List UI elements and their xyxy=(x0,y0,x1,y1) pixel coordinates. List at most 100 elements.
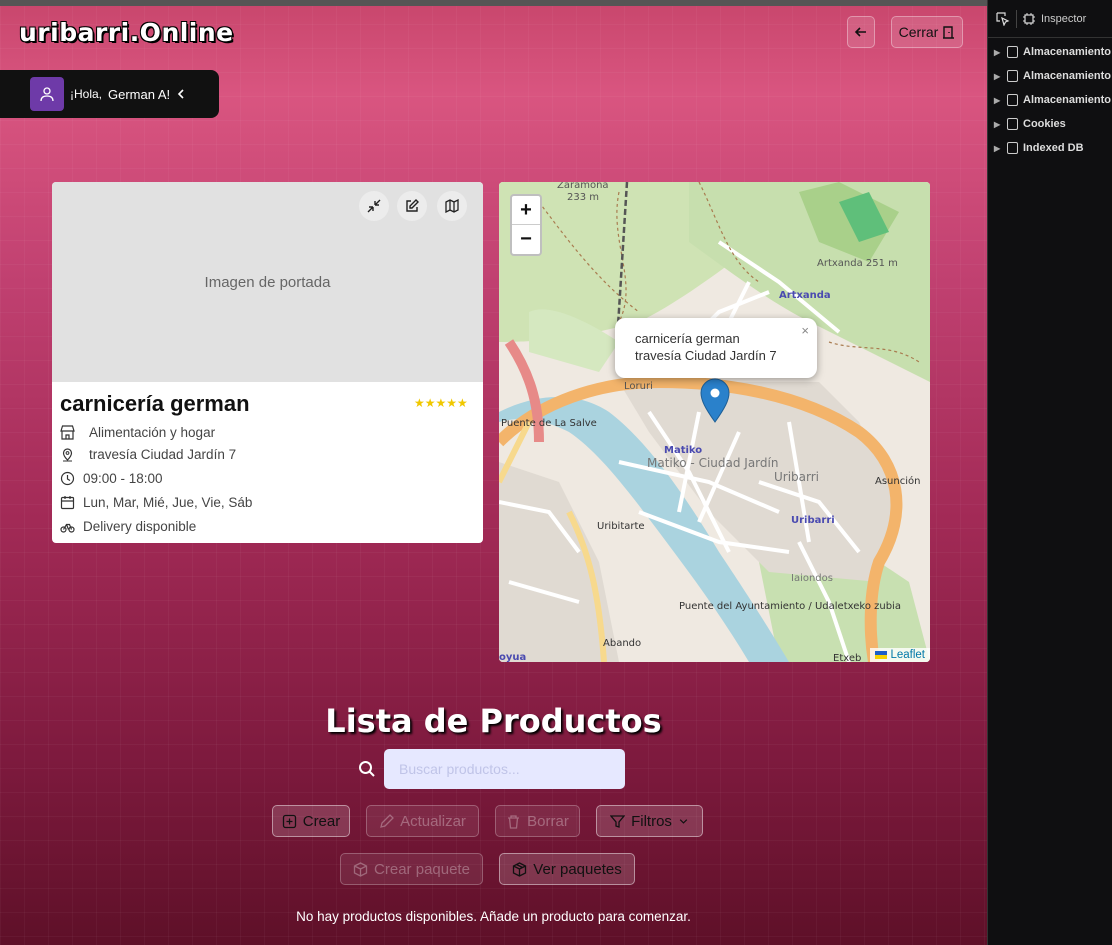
user-icon xyxy=(40,87,54,102)
view-packs-button-label: Ver paquetes xyxy=(533,860,622,878)
filters-button-label: Filtros xyxy=(631,812,672,830)
delivery-text: Delivery disponible xyxy=(83,519,197,534)
map-label-oyua: oyua xyxy=(499,652,526,662)
map-attribution: Leaflet xyxy=(870,648,930,662)
map-label-artxanda: Artxanda xyxy=(779,290,831,301)
location-icon xyxy=(62,448,73,462)
devtools-cookies-item[interactable]: ▶ Cookies xyxy=(988,112,1112,136)
map-icon xyxy=(445,199,459,213)
empty-products-message: No hay productos disponibles. Añade un p… xyxy=(296,909,691,924)
leaflet-link[interactable]: Leaflet xyxy=(890,649,925,661)
map-button[interactable] xyxy=(437,191,467,221)
devtools-panel: Inspector ▶ Almacenamiento ▶ Almacenamient… xyxy=(987,0,1112,945)
delete-button[interactable]: Borrar xyxy=(495,805,580,837)
address-row: travesía Ciudad Jardín 7 xyxy=(60,447,236,462)
create-pack-button-label: Crear paquete xyxy=(374,860,470,878)
product-search xyxy=(358,749,625,789)
brand-logo[interactable]: uribarri.Online xyxy=(19,18,234,47)
devtools-item-label: Cookies xyxy=(1023,118,1066,130)
popup-address: travesía Ciudad Jardín 7 xyxy=(635,348,777,363)
delete-button-label: Borrar xyxy=(527,812,569,830)
expand-arrow-icon: ▶ xyxy=(994,143,1001,153)
packages-icon xyxy=(513,861,527,877)
map-label-puente-salve: Puente de La Salve xyxy=(501,418,597,429)
expand-arrow-icon: ▶ xyxy=(994,71,1001,81)
popup-close-button[interactable]: × xyxy=(801,322,809,339)
create-button[interactable]: Crear xyxy=(272,805,350,837)
devtools-storage-item[interactable]: ▶ Almacenamiento xyxy=(988,40,1112,64)
store-icon xyxy=(60,425,75,440)
door-icon xyxy=(943,26,955,39)
search-input[interactable] xyxy=(384,749,625,789)
storage-icon xyxy=(1007,46,1018,58)
collapse-button[interactable] xyxy=(359,191,389,221)
inspector-tab[interactable]: Inspector xyxy=(1041,13,1086,25)
search-icon xyxy=(359,761,375,777)
edit-icon xyxy=(406,199,419,212)
expand-arrow-icon: ▶ xyxy=(994,95,1001,105)
chevron-left-icon[interactable] xyxy=(176,88,186,100)
map-popup: carnicería german travesía Ciudad Jardín… xyxy=(615,318,817,378)
package-icon xyxy=(353,861,368,877)
map-label-abando: Abando xyxy=(603,638,641,649)
minimize-icon xyxy=(367,199,381,213)
delivery-row: Delivery disponible xyxy=(60,519,196,534)
map-label-iaiondos: Iaiondos xyxy=(791,573,833,584)
map-label-loruri: Loruri xyxy=(624,381,653,392)
filters-button[interactable]: Filtros xyxy=(596,805,703,837)
map-label-zaramona: Zaramona xyxy=(557,182,609,191)
devtools-storage-item[interactable]: ▶ Almacenamiento xyxy=(988,64,1112,88)
storage-icon xyxy=(1007,94,1018,106)
days-text: Lun, Mar, Mié, Jue, Vie, Sáb xyxy=(83,495,253,510)
devtools-item-label: Almacenamiento xyxy=(1023,46,1112,58)
store-card: Imagen de portada carnicería german ★★★★… xyxy=(52,182,483,543)
trash-icon xyxy=(508,814,520,829)
map-label-matiko-ciudad: Matiko - Ciudad Jardín xyxy=(647,456,778,470)
category-text: Alimentación y hogar xyxy=(89,425,216,440)
products-title: Lista de Productos xyxy=(325,702,662,740)
inspector-icon xyxy=(1023,12,1035,25)
cover-placeholder-text: Imagen de portada xyxy=(204,273,331,291)
calendar-icon xyxy=(60,496,75,510)
edit-button[interactable] xyxy=(397,191,427,221)
map-label-etxeb: Etxeb xyxy=(833,653,861,662)
map-label-puente-ayto: Puente del Ayuntamiento / Udaletxeko zub… xyxy=(679,601,901,612)
create-button-label: Crear xyxy=(302,812,341,830)
close-button-label: Cerrar xyxy=(898,24,939,40)
plus-square-icon xyxy=(282,814,296,828)
storage-icon xyxy=(1007,142,1018,154)
user-greeting[interactable]: ¡Hola, German A! xyxy=(0,70,219,118)
map-label-uribarri-area: Uribarri xyxy=(774,470,819,484)
arrow-left-icon xyxy=(854,27,866,37)
close-button[interactable]: Cerrar xyxy=(891,16,963,48)
store-map[interactable]: Zaramona 233 m Artxanda 251 m Artxanda L… xyxy=(499,182,930,662)
zoom-controls: + − xyxy=(510,194,542,256)
expand-arrow-icon: ▶ xyxy=(994,47,1001,57)
popup-store-name: carnicería german xyxy=(635,331,740,346)
update-button[interactable]: Actualizar xyxy=(366,805,479,837)
ukraine-flag-icon xyxy=(875,651,888,659)
devtools-storage-item[interactable]: ▶ Almacenamiento xyxy=(988,88,1112,112)
zoom-out-button[interactable]: − xyxy=(512,225,540,254)
map-label-233: 233 m xyxy=(567,192,599,203)
view-packs-button[interactable]: Ver paquetes xyxy=(499,853,635,885)
chevron-down-icon xyxy=(679,818,688,824)
element-picker-icon[interactable] xyxy=(996,11,1010,26)
category-row: Alimentación y hogar xyxy=(60,425,215,440)
user-name: German A! xyxy=(108,86,171,102)
expand-arrow-icon: ▶ xyxy=(994,119,1001,129)
map-tiles[interactable]: Zaramona 233 m Artxanda 251 m Artxanda L… xyxy=(499,182,930,662)
devtools-toolbar: Inspector xyxy=(988,0,1112,38)
devtools-indexeddb-item[interactable]: ▶ Indexed DB xyxy=(988,136,1112,160)
map-label-uribitarte: Uribitarte xyxy=(597,521,645,532)
days-row: Lun, Mar, Mié, Jue, Vie, Sáb xyxy=(60,495,252,510)
map-label-uribarri: Uribarri xyxy=(791,515,835,526)
clock-icon xyxy=(60,471,75,486)
create-pack-button[interactable]: Crear paquete xyxy=(340,853,483,885)
greeting-prefix: ¡Hola, xyxy=(70,87,103,101)
zoom-in-button[interactable]: + xyxy=(512,196,540,225)
top-strip xyxy=(0,0,987,6)
back-button[interactable] xyxy=(847,16,875,48)
map-label-artxanda-alt: Artxanda 251 m xyxy=(817,258,898,269)
store-name: carnicería german xyxy=(60,391,250,416)
